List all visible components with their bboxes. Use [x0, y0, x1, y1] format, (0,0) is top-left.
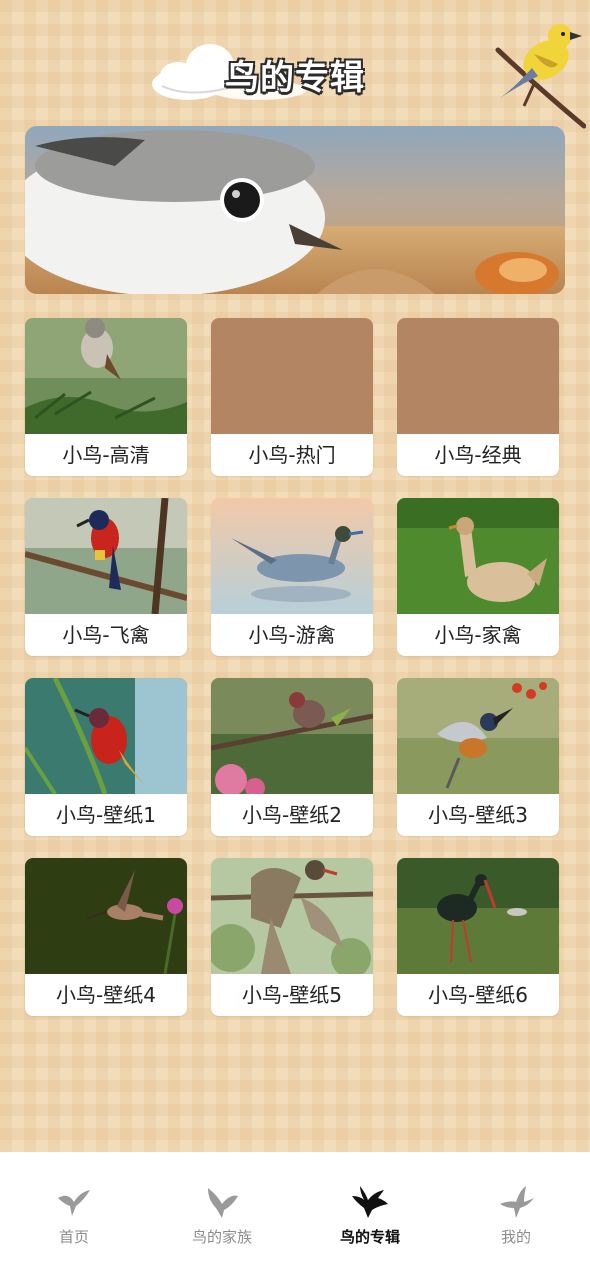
album-card-wallpaper-5[interactable]: 小鸟-壁纸5 — [211, 858, 373, 1016]
yellow-bird-icon — [495, 24, 586, 129]
bird-icon — [208, 1188, 238, 1218]
bird-icon — [58, 1190, 90, 1216]
album-card-flying[interactable]: 小鸟-飞禽 — [25, 498, 187, 656]
tab-home[interactable]: 首页 — [14, 1182, 134, 1247]
album-card-waterfowl[interactable]: 小鸟-游禽 — [211, 498, 373, 656]
album-label: 小鸟-经典 — [434, 443, 522, 467]
album-label: 小鸟-壁纸4 — [56, 983, 156, 1007]
pintail-duck — [211, 498, 373, 614]
album-label: 小鸟-壁纸3 — [428, 803, 528, 827]
header: 鸟的专辑 — [0, 0, 590, 129]
album-card-wallpaper-3[interactable]: 小鸟-壁纸3 — [397, 678, 559, 836]
tab-label: 我的 — [500, 1228, 531, 1246]
bird-icon — [352, 1186, 388, 1218]
album-label: 小鸟-壁纸6 — [428, 983, 528, 1007]
album-label: 小鸟-游禽 — [248, 623, 336, 647]
sunbird-on-branch — [25, 498, 187, 614]
red-sunbird — [25, 678, 187, 794]
bottom-tab-bar: 首页 鸟的家族 鸟的专辑 我的 — [0, 1152, 590, 1280]
hawk-cuckoo — [211, 858, 373, 974]
album-card-classic[interactable]: 小鸟-经典 — [397, 318, 559, 476]
tab-label: 鸟的家族 — [191, 1228, 252, 1246]
plover-chick-photo — [25, 126, 565, 294]
tab-bird-album[interactable]: 鸟的专辑 — [310, 1182, 430, 1247]
tab-label: 鸟的专辑 — [339, 1228, 400, 1246]
hummingbird — [25, 858, 187, 974]
sparrow-on-pine — [25, 318, 187, 434]
album-card-wallpaper-4[interactable]: 小鸟-壁纸4 — [25, 858, 187, 1016]
album-card-wallpaper-2[interactable]: 小鸟-壁纸2 — [211, 678, 373, 836]
tab-me[interactable]: 我的 — [456, 1182, 576, 1247]
album-label: 小鸟-高清 — [62, 443, 150, 467]
album-card-wallpaper-6[interactable]: 小鸟-壁纸6 — [397, 858, 559, 1016]
album-label: 小鸟-飞禽 — [62, 623, 150, 647]
album-label: 小鸟-壁纸1 — [56, 803, 156, 827]
album-card-hd[interactable]: 小鸟-高清 — [25, 318, 187, 476]
tab-label: 首页 — [58, 1228, 89, 1246]
bird-icon — [500, 1186, 534, 1218]
placeholder-image — [397, 318, 559, 434]
album-label: 小鸟-壁纸5 — [242, 983, 342, 1007]
album-label: 小鸟-壁纸2 — [242, 803, 342, 827]
album-card-poultry[interactable]: 小鸟-家禽 — [397, 498, 559, 656]
album-card-popular[interactable]: 小鸟-热门 — [211, 318, 373, 476]
banner-image[interactable] — [25, 126, 565, 294]
album-label: 小鸟-热门 — [248, 443, 336, 467]
hen-on-grass — [397, 498, 559, 614]
finch-on-branch — [211, 678, 373, 794]
album-label: 小鸟-家禽 — [434, 623, 522, 647]
placeholder-image — [211, 318, 373, 434]
tab-bird-family[interactable]: 鸟的家族 — [162, 1182, 282, 1247]
album-card-wallpaper-1[interactable]: 小鸟-壁纸1 — [25, 678, 187, 836]
stork-in-marsh — [397, 858, 559, 974]
kingfisher-flying — [397, 678, 559, 794]
